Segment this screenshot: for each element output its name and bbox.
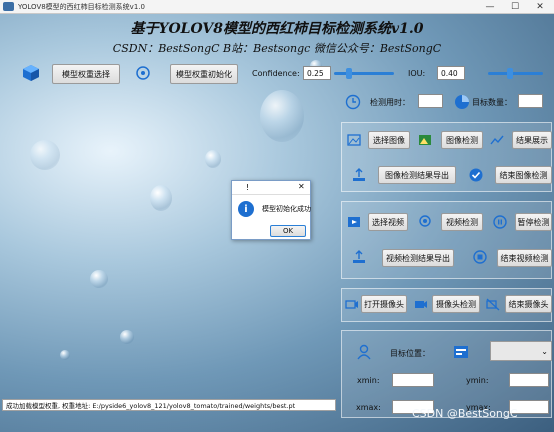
show-result-button[interactable]: 结果展示: [512, 131, 552, 149]
ymin-label: ymin:: [466, 376, 489, 385]
message-dialog: ! ✕ i 模型初始化成功 OK: [231, 180, 311, 240]
webcam-icon: [418, 215, 432, 229]
dialog-close-button[interactable]: ✕: [298, 182, 305, 191]
target-count-field: [518, 94, 543, 108]
confidence-slider-handle[interactable]: [346, 68, 352, 79]
detect-time-label: 检测用时：: [370, 98, 410, 107]
target-icon: [135, 65, 151, 81]
ymin-field: [509, 373, 549, 387]
page-title: 基于YOLOV8模型的西红柿目标检测系统v1.0: [130, 21, 424, 37]
gallery-icon: [418, 133, 432, 147]
xmin-label: xmin:: [357, 376, 380, 385]
page-subtitle: CSDN：BestSongC B站：Bestsongc 微信公众号：BestSo…: [112, 42, 442, 55]
xmin-field: [392, 373, 434, 387]
confidence-slider[interactable]: [334, 68, 394, 79]
target-select-dropdown[interactable]: ⌄: [490, 341, 552, 361]
window-title: YOLOV8模型的西红柿目标检测系统v1.0: [18, 2, 145, 11]
open-camera-button[interactable]: 打开摄像头: [361, 295, 407, 313]
end-video-detect-button[interactable]: 结束视频检测: [497, 249, 552, 267]
export-video-result-button[interactable]: 视频检测结果导出: [382, 249, 454, 267]
init-weights-button[interactable]: 模型权重初始化: [170, 64, 238, 84]
camera-detect-button[interactable]: 摄像头检测: [432, 295, 480, 313]
maximize-button[interactable]: ☐: [503, 0, 527, 14]
export-video-icon: [352, 250, 366, 264]
xmax-label: xmax:: [356, 403, 381, 412]
pause-icon: [493, 215, 507, 229]
stop-icon: [473, 250, 487, 264]
dialog-titlebar: ! ✕: [232, 181, 310, 195]
dialog-message: 模型初始化成功: [262, 205, 311, 213]
image-detect-button[interactable]: 图像检测: [441, 131, 483, 149]
watermark: CSDN @BestSongC: [412, 407, 518, 420]
info-icon: i: [238, 201, 254, 217]
window-titlebar: YOLOV8模型的西红柿目标检测系统v1.0: [0, 0, 554, 14]
iou-input[interactable]: 0.40: [437, 66, 465, 80]
camera-detect-icon: [414, 297, 428, 311]
butterfly-icon: [3, 2, 14, 11]
dialog-ok-button[interactable]: OK: [270, 225, 306, 237]
camera-icon: [345, 297, 359, 311]
export-image-result-button[interactable]: 图像检测结果导出: [378, 166, 456, 184]
select-box-icon: [453, 344, 469, 360]
minimize-button[interactable]: —: [478, 0, 502, 14]
cube-icon: [22, 64, 40, 82]
image-icon: [347, 133, 361, 147]
close-window-button[interactable]: ✕: [528, 0, 552, 14]
camera-off-icon: [486, 297, 500, 311]
close-camera-button[interactable]: 结束摄像头: [505, 295, 552, 313]
iou-label: IOU:: [408, 69, 426, 78]
detect-time-field: [418, 94, 443, 108]
chevron-down-icon: ⌄: [541, 347, 548, 356]
status-bar: 成功加载模型权重, 权重地址: E:/pyside6_yolov8_121/yo…: [2, 399, 336, 411]
check-circle-icon: [469, 168, 483, 182]
chart-icon: [490, 133, 504, 147]
dialog-title: !: [246, 183, 250, 192]
iou-slider[interactable]: [488, 68, 543, 79]
select-image-button[interactable]: 选择图像: [368, 131, 410, 149]
pause-detect-button[interactable]: 暂停检测: [515, 213, 552, 231]
confidence-input[interactable]: 0.25: [303, 66, 331, 80]
target-count-label: 目标数量：: [472, 98, 512, 107]
target-position-label: 目标位置：: [390, 349, 430, 358]
clock-icon: [345, 94, 361, 110]
select-weights-button[interactable]: 模型权重选择: [52, 64, 120, 84]
iou-slider-handle[interactable]: [507, 68, 513, 79]
confidence-label: Confidence:: [252, 69, 300, 78]
select-video-button[interactable]: 选择视频: [368, 213, 408, 231]
video-detect-button[interactable]: 视频检测: [441, 213, 483, 231]
video-icon: [347, 215, 361, 229]
location-icon: [356, 344, 372, 360]
end-image-detect-button[interactable]: 结束图像检测: [495, 166, 552, 184]
pie-chart-icon: [454, 94, 470, 110]
export-icon: [352, 168, 366, 182]
